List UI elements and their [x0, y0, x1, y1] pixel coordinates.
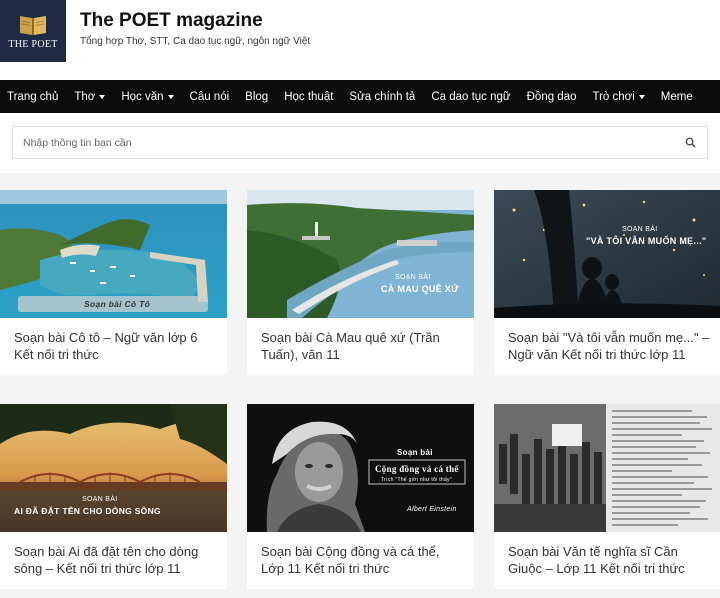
nav-item-cau-noi[interactable]: Câu nói — [190, 91, 230, 103]
post-title[interactable]: Soạn bài Cô tô – Ngữ văn lớp 6 Kết nối t… — [0, 318, 227, 375]
post-thumbnail[interactable]: SOẠN BÀI AI ĐÃ ĐẶT TÊN CHO DÒNG SÔNG — [0, 404, 227, 532]
nav-item-tho[interactable]: Thơ — [74, 91, 106, 103]
post-title[interactable]: Soạn bài Văn tế nghĩa sĩ Cần Giuộc – Lớp… — [494, 532, 720, 589]
brand: The POET magazine Tổng hợp Thơ, STT, Ca … — [66, 0, 310, 47]
search-section — [0, 113, 720, 173]
post-thumbnail[interactable]: Soạn bài Cô Tô — [0, 190, 227, 318]
post-title[interactable]: Soạn bài Cà Mau quê xứ (Trần Tuấn), văn … — [247, 318, 474, 375]
post-title[interactable]: Soạn bài Cộng đồng và cá thể, Lớp 11 Kết… — [247, 532, 474, 589]
nav-item-tro-choi[interactable]: Trò chơi — [593, 91, 645, 103]
site-header: THE POET The POET magazine Tổng hợp Thơ,… — [0, 0, 720, 80]
nav-item-meme[interactable]: Meme — [661, 91, 693, 103]
thumbnail-kicker: Soạn bài — [397, 448, 433, 457]
thumbnail-label: Cộng đồng và cá thể — [375, 464, 459, 474]
site-logo[interactable]: THE POET — [0, 0, 66, 62]
post-title[interactable]: Soạn bài Ai đã đặt tên cho dòng sông – K… — [0, 532, 227, 589]
thumbnail-label: "VÀ TÔI VẪN MUỐN MẸ..." — [586, 236, 707, 246]
thumbnail-label: CÀ MAU QUÊ XỨ — [381, 284, 459, 294]
post-title[interactable]: Soạn bài "Và tôi vẫn muốn mẹ..." – Ngữ v… — [494, 318, 720, 375]
post-card[interactable]: SOẠN BÀI AI ĐÃ ĐẶT TÊN CHO DÒNG SÔNG Soạ… — [0, 404, 227, 589]
post-thumbnail[interactable]: SOẠN BÀI "VÀ TÔI VẪN MUỐN MẸ..." — [494, 190, 720, 318]
search-icon[interactable] — [683, 136, 697, 150]
nav-item-ca-dao-tuc-ngu[interactable]: Ca dao tục ngữ — [431, 91, 510, 103]
post-card[interactable]: SOẠN BÀI "VÀ TÔI VẪN MUỐN MẸ..." Soạn bà… — [494, 190, 720, 375]
post-card[interactable]: SOẠN BÀI CÀ MAU QUÊ XỨ Soạn bài Cà Mau q… — [247, 190, 474, 375]
book-icon — [20, 15, 46, 35]
nav-item-hoc-thuat[interactable]: Học thuật — [284, 91, 333, 103]
nav-item-sua-chinh-ta[interactable]: Sửa chính tả — [349, 91, 415, 103]
thumbnail-kicker: SOẠN BÀI — [395, 274, 431, 281]
post-card[interactable]: Soạn bài Cộng đồng và cá thể Trích "Thế … — [247, 404, 474, 589]
caret-down-icon — [167, 95, 174, 99]
post-thumbnail[interactable]: Soạn bài Cộng đồng và cá thể Trích "Thế … — [247, 404, 474, 532]
thumbnail-kicker: SOẠN BÀI — [82, 496, 118, 503]
nav-item-blog[interactable]: Blog — [245, 91, 268, 103]
nav-item-trang-chu[interactable]: Trang chủ — [7, 91, 58, 103]
main-nav: Trang chủ Thơ Học văn Câu nói Blog Học t… — [0, 80, 720, 113]
thumbnail-label: AI ĐÃ ĐẶT TÊN CHO DÒNG SÔNG — [14, 506, 161, 516]
post-thumbnail[interactable] — [494, 404, 720, 532]
thumbnail-label: Soạn bài Cô Tô — [84, 299, 151, 309]
thumbnail-kicker: SOẠN BÀI — [622, 226, 658, 233]
post-card[interactable]: Soạn bài Cô Tô Soạn bài Cô tô – Ngữ văn … — [0, 190, 227, 375]
nav-item-hoc-van[interactable]: Học văn — [121, 91, 174, 103]
thumbnail-sub: Trích "Thế giới như tôi thấy" — [381, 477, 452, 483]
search-input[interactable] — [23, 136, 683, 149]
site-tagline: Tổng hợp Thơ, STT, Ca dao tục ngữ, ngôn … — [80, 36, 311, 47]
caret-down-icon — [99, 95, 106, 99]
logo-text: THE POET — [8, 38, 58, 50]
post-thumbnail[interactable]: SOẠN BÀI CÀ MAU QUÊ XỨ — [247, 190, 474, 318]
nav-item-dong-dao[interactable]: Đồng dao — [527, 91, 577, 103]
signature: Albert Einstein — [407, 506, 457, 513]
caret-down-icon — [638, 95, 645, 99]
site-title[interactable]: The POET magazine — [80, 10, 310, 32]
post-card[interactable]: Soạn bài Văn tế nghĩa sĩ Cần Giuộc – Lớp… — [494, 404, 720, 589]
search-box — [12, 126, 708, 159]
